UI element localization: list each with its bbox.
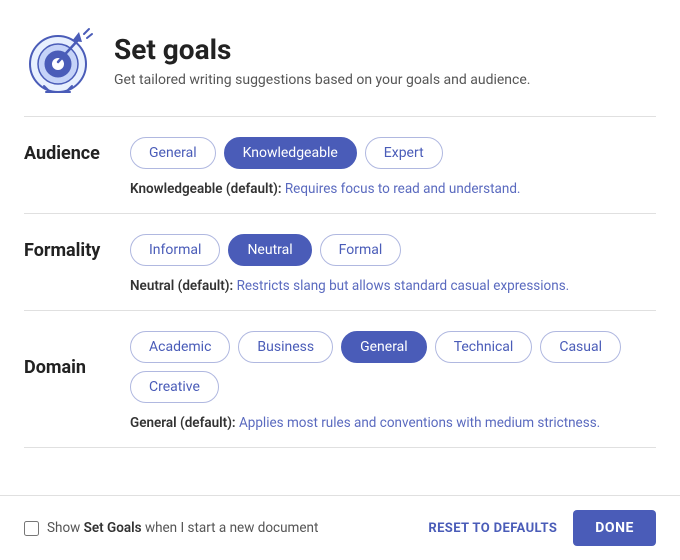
domain-option-business[interactable]: Business	[238, 331, 333, 363]
audience-desc-text: Requires focus to read and understand.	[282, 181, 521, 197]
reset-button[interactable]: RESET TO DEFAULTS	[424, 513, 561, 544]
page-subtitle: Get tailored writing suggestions based o…	[114, 72, 530, 88]
domain-row: Domain Academic Business General Technic…	[24, 331, 656, 403]
checkbox-row: Show Set Goals when I start a new docume…	[24, 520, 318, 536]
domain-option-technical[interactable]: Technical	[435, 331, 533, 363]
audience-options: General Knowledgeable Expert	[130, 137, 443, 169]
footer: Show Set Goals when I start a new docume…	[0, 495, 680, 560]
domain-desc-text: Applies most rules and conventions with …	[236, 415, 601, 431]
main-container: Set goals Get tailored writing suggestio…	[0, 0, 680, 560]
page-title: Set goals	[114, 33, 530, 66]
footer-buttons: RESET TO DEFAULTS DONE	[424, 510, 656, 546]
domain-option-casual[interactable]: Casual	[540, 331, 621, 363]
domain-option-general[interactable]: General	[341, 331, 427, 363]
formality-section: Formality Informal Neutral Formal Neutra…	[0, 214, 680, 310]
audience-desc-label: Knowledgeable (default):	[130, 181, 282, 197]
checkbox-prefix: Show	[47, 520, 84, 536]
formality-option-neutral[interactable]: Neutral	[228, 234, 311, 266]
show-goals-checkbox[interactable]	[24, 521, 39, 536]
domain-section: Domain Academic Business General Technic…	[0, 311, 680, 447]
domain-description: General (default): Applies most rules an…	[24, 415, 656, 431]
audience-description: Knowledgeable (default): Requires focus …	[24, 181, 656, 197]
formality-label: Formality	[24, 240, 114, 261]
domain-option-academic[interactable]: Academic	[130, 331, 230, 363]
formality-desc-label: Neutral (default):	[130, 278, 233, 294]
audience-option-general[interactable]: General	[130, 137, 216, 169]
domain-desc-label: General (default):	[130, 415, 236, 431]
header-text: Set goals Get tailored writing suggestio…	[114, 33, 530, 88]
checkbox-label[interactable]: Show Set Goals when I start a new docume…	[47, 520, 318, 536]
formality-row: Formality Informal Neutral Formal	[24, 234, 656, 266]
formality-option-informal[interactable]: Informal	[130, 234, 220, 266]
audience-row: Audience General Knowledgeable Expert	[24, 137, 656, 169]
audience-option-knowledgeable[interactable]: Knowledgeable	[224, 137, 357, 169]
target-icon	[24, 24, 96, 96]
domain-options: Academic Business General Technical Casu…	[130, 331, 656, 403]
header: Set goals Get tailored writing suggestio…	[0, 0, 680, 116]
formality-options: Informal Neutral Formal	[130, 234, 401, 266]
formality-desc-text: Restricts slang but allows standard casu…	[233, 278, 569, 294]
domain-label: Domain	[24, 357, 114, 378]
checkbox-suffix: when I start a new document	[142, 520, 319, 536]
done-button[interactable]: DONE	[573, 510, 656, 546]
formality-option-formal[interactable]: Formal	[320, 234, 402, 266]
formality-description: Neutral (default): Restricts slang but a…	[24, 278, 656, 294]
audience-label: Audience	[24, 143, 114, 164]
divider-4	[24, 447, 656, 448]
audience-option-expert[interactable]: Expert	[365, 137, 443, 169]
domain-option-creative[interactable]: Creative	[130, 371, 219, 403]
audience-section: Audience General Knowledgeable Expert Kn…	[0, 117, 680, 213]
checkbox-bold: Set Goals	[84, 520, 142, 536]
